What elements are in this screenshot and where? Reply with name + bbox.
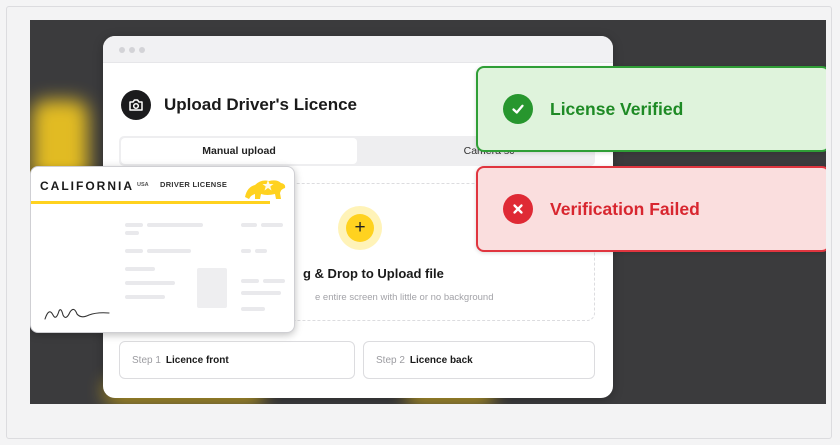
close-icon [503, 194, 533, 224]
signature-icon [44, 308, 110, 320]
card-type: DRIVER LICENSE [160, 180, 228, 189]
card-stripe [31, 201, 270, 204]
step-number: Step 2 [376, 354, 405, 366]
step-label: Licence front [165, 354, 229, 366]
card-photo [197, 268, 227, 308]
preview-frame: Upload Driver's Licence Manual upload Ca… [6, 6, 832, 439]
drop-zone-hint: e entire screen with little or no backgr… [315, 292, 494, 303]
camera-icon [121, 90, 151, 120]
drop-zone-title: g & Drop to Upload file [303, 266, 444, 281]
card-state: CALIFORNIA [40, 179, 134, 193]
step-number: Step 1 [132, 354, 161, 366]
card-text-line [241, 249, 251, 253]
card-text-line [241, 223, 257, 227]
tab-manual-upload[interactable]: Manual upload [121, 138, 357, 164]
card-text-line [125, 295, 165, 299]
upload-header: Upload Driver's Licence [121, 90, 357, 120]
verification-failed-alert: Verification Failed [476, 166, 826, 252]
add-file-button[interactable]: + [346, 214, 374, 242]
alert-text: Verification Failed [550, 198, 700, 219]
card-text-line [147, 249, 191, 253]
card-text-line [255, 249, 267, 253]
card-text-line [125, 249, 143, 253]
check-icon [503, 94, 533, 124]
window-dot [129, 47, 135, 53]
card-text-line [125, 223, 143, 227]
step-licence-front[interactable]: Step 1 Licence front [119, 341, 355, 379]
bear-icon [245, 180, 286, 199]
step-licence-back[interactable]: Step 2 Licence back [363, 341, 595, 379]
card-text-line [261, 223, 283, 227]
card-text-line [125, 281, 175, 285]
card-text-line [125, 231, 139, 235]
window-dot [139, 47, 145, 53]
card-text-line [125, 267, 155, 271]
plus-icon: + [354, 217, 366, 238]
page-title: Upload Driver's Licence [164, 95, 358, 114]
step-label: Licence back [409, 354, 473, 366]
license-card-illustration: CALIFORNIA USA DRIVER LICENSE [30, 166, 295, 333]
window-dot [119, 47, 125, 53]
alert-text: License Verified [550, 98, 684, 119]
window-titlebar [103, 36, 613, 63]
preview-stage: Upload Driver's Licence Manual upload Ca… [30, 20, 826, 404]
card-text-line [241, 279, 259, 283]
card-country: USA [137, 182, 149, 188]
card-text-line [147, 223, 203, 227]
license-verified-alert: License Verified [476, 66, 826, 152]
card-text-line [241, 291, 281, 295]
card-text-line [263, 279, 285, 283]
card-text-line [241, 307, 265, 311]
